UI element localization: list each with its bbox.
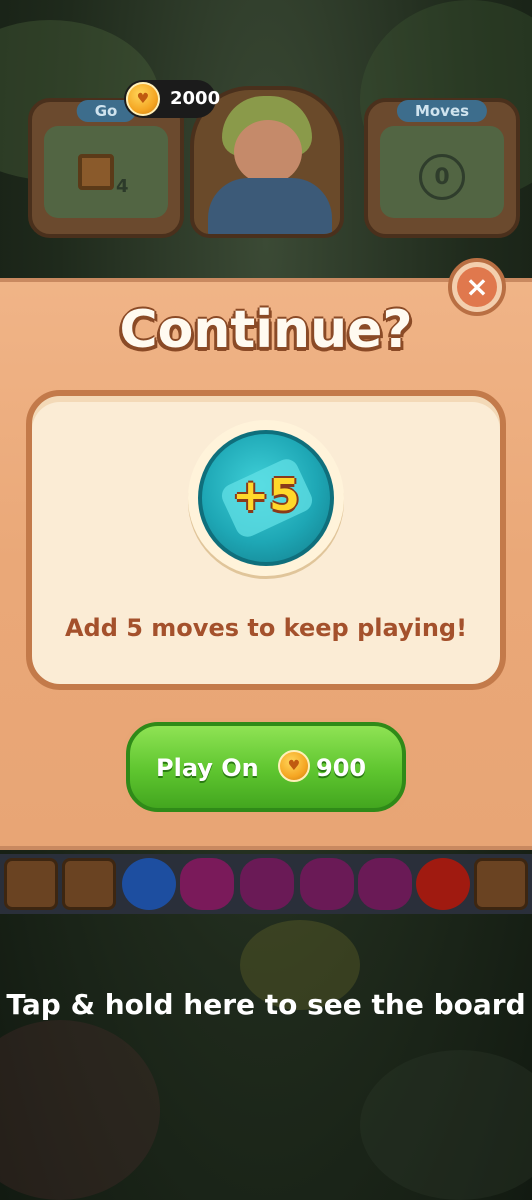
moves-tag: Moves xyxy=(396,100,488,122)
dialog-title: Continue? xyxy=(119,300,413,360)
background-foliage xyxy=(0,1020,160,1200)
coin-amount: 2000 xyxy=(170,88,221,109)
offer-description: Add 5 moves to keep playing! xyxy=(64,614,468,642)
portrait-body xyxy=(208,178,332,234)
crate-goal-icon xyxy=(78,154,114,190)
purple-gem-tile xyxy=(240,858,294,910)
background-foliage xyxy=(360,1050,532,1200)
play-on-button[interactable]: Play On ♥ 900 xyxy=(122,718,410,818)
coin-balance[interactable]: ♥ 2000 xyxy=(124,80,220,118)
coin-icon: ♥ xyxy=(126,82,160,116)
purple-gem-tile xyxy=(180,858,234,910)
play-on-price: 900 xyxy=(316,754,367,782)
crate-tile xyxy=(4,858,58,910)
red-gem-tile xyxy=(416,858,470,910)
crate-tile xyxy=(62,858,116,910)
portrait-face xyxy=(234,120,302,184)
goal-count: 4 xyxy=(116,176,129,197)
moves-panel: Moves 0 xyxy=(364,98,520,238)
blue-gem-tile xyxy=(122,858,176,910)
goal-panel: Go 4 xyxy=(28,98,184,238)
badge-text: +5 xyxy=(232,470,300,521)
top-hud: Go 4 Moves 0 xyxy=(14,86,520,238)
moves-counter: 0 xyxy=(419,154,465,200)
purple-gem-tile xyxy=(300,858,354,910)
coin-icon: ♥ xyxy=(278,750,310,782)
board-peek-hint[interactable]: Tap & hold here to see the board xyxy=(0,988,532,1021)
board-preview-strip xyxy=(0,854,532,914)
crate-tile xyxy=(474,858,528,910)
play-on-label: Play On xyxy=(156,754,259,782)
purple-gem-tile xyxy=(358,858,412,910)
moves-plus-icon: +5 xyxy=(198,430,334,566)
